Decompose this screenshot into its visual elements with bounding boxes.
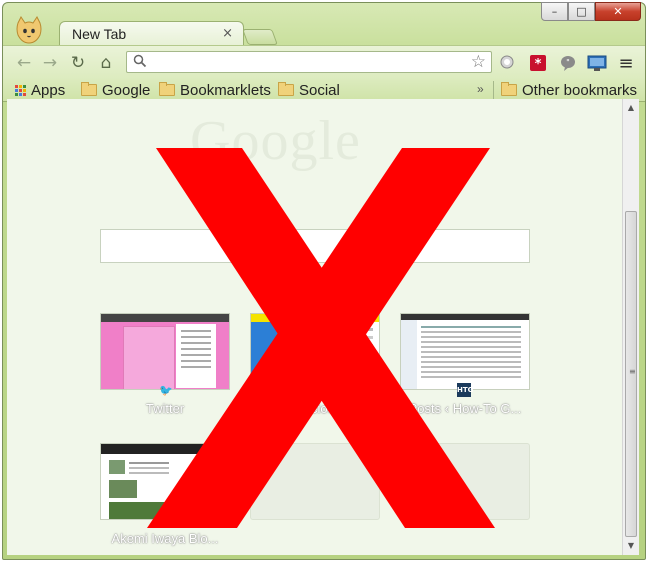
bookmark-star-icon[interactable]: ☆ <box>471 52 486 72</box>
tile-label: Delicious <box>288 401 342 416</box>
htg-icon: HTG <box>457 383 473 397</box>
empty-tile <box>250 443 380 520</box>
tile-label: Twitter <box>145 401 185 416</box>
new-tab-button[interactable] <box>242 29 278 45</box>
scroll-up-arrow-icon[interactable]: ▲ <box>623 101 639 115</box>
tab-close-icon[interactable]: × <box>222 26 233 42</box>
window-controls: – □ ✕ <box>541 2 641 21</box>
forward-button[interactable]: → <box>39 52 61 74</box>
delicious-icon <box>309 381 323 395</box>
bookmark-apps-label: Apps <box>31 81 66 99</box>
folder-icon <box>501 82 517 96</box>
google-logo: Google <box>190 110 361 172</box>
search-icon <box>133 54 147 68</box>
toolbar: ← → ↻ ⌂ ☆ * " ≡ <box>3 45 645 80</box>
reload-button[interactable]: ↻ <box>67 52 89 74</box>
tile-label: Posts ‹ How-To G... <box>408 401 522 416</box>
svg-text:*: * <box>535 57 542 72</box>
most-visited-tile-delicious[interactable] <box>250 313 380 390</box>
vertical-scrollbar[interactable]: ▲ ≡ ▼ <box>622 99 639 555</box>
bookmarks-divider <box>493 81 494 99</box>
scrollbar-thumb[interactable]: ≡ <box>625 211 637 537</box>
svg-text:": " <box>566 58 570 67</box>
search-input[interactable] <box>100 229 530 263</box>
bookmark-label: Other bookmarks <box>522 81 638 99</box>
empty-tile <box>400 443 530 520</box>
twitter-icon: 🐦 <box>159 384 173 397</box>
omnibox[interactable]: ☆ <box>126 51 492 73</box>
tile-label: Akemi Iwaya Blo... <box>111 531 219 546</box>
extension-chat-icon[interactable]: " <box>558 53 578 73</box>
bookmark-folder-google[interactable]: Google <box>81 81 150 99</box>
scrollbar-grip-icon: ≡ <box>629 367 636 376</box>
most-visited-tile-akemi[interactable] <box>100 443 230 520</box>
address-input[interactable] <box>151 53 455 73</box>
close-window-button[interactable]: ✕ <box>595 2 641 21</box>
tab-new-tab[interactable]: New Tab × <box>59 21 244 47</box>
apps-grid-icon <box>15 84 26 96</box>
scroll-down-arrow-icon[interactable]: ▼ <box>623 539 639 553</box>
maximize-button[interactable]: □ <box>568 2 595 21</box>
bookmark-label: Bookmarklets <box>180 81 271 99</box>
bookmark-label: Google <box>102 81 151 99</box>
tab-title: New Tab <box>72 26 127 42</box>
chrome-menu-icon[interactable]: ≡ <box>615 52 637 74</box>
new-tab-page: Google 🐦 Twitter Delicious HTG Posts ‹ H… <box>7 99 622 555</box>
folder-icon <box>81 82 97 96</box>
folder-icon <box>159 82 175 96</box>
cat-avatar-icon[interactable] <box>14 15 44 45</box>
tab-strip: New Tab × – □ ✕ <box>3 2 645 47</box>
bookmark-label: Social <box>299 81 340 99</box>
extension-lastpass-icon[interactable]: * <box>528 53 548 73</box>
bookmark-folder-social[interactable]: Social <box>278 81 340 99</box>
extension-screen-icon[interactable] <box>587 53 607 73</box>
extension-search-icon[interactable] <box>498 53 518 73</box>
back-button[interactable]: ← <box>13 52 35 74</box>
bookmark-apps[interactable]: Apps <box>15 81 65 99</box>
bookmark-folder-bookmarklets[interactable]: Bookmarklets <box>159 81 271 99</box>
bookmarks-overflow-chevron-icon[interactable]: » <box>477 82 484 96</box>
most-visited-tile-htg[interactable] <box>400 313 530 390</box>
home-button[interactable]: ⌂ <box>95 52 117 74</box>
minimize-button[interactable]: – <box>541 2 568 21</box>
folder-icon <box>278 82 294 96</box>
most-visited-tile-twitter[interactable] <box>100 313 230 390</box>
bookmark-folder-other[interactable]: Other bookmarks <box>501 81 637 99</box>
